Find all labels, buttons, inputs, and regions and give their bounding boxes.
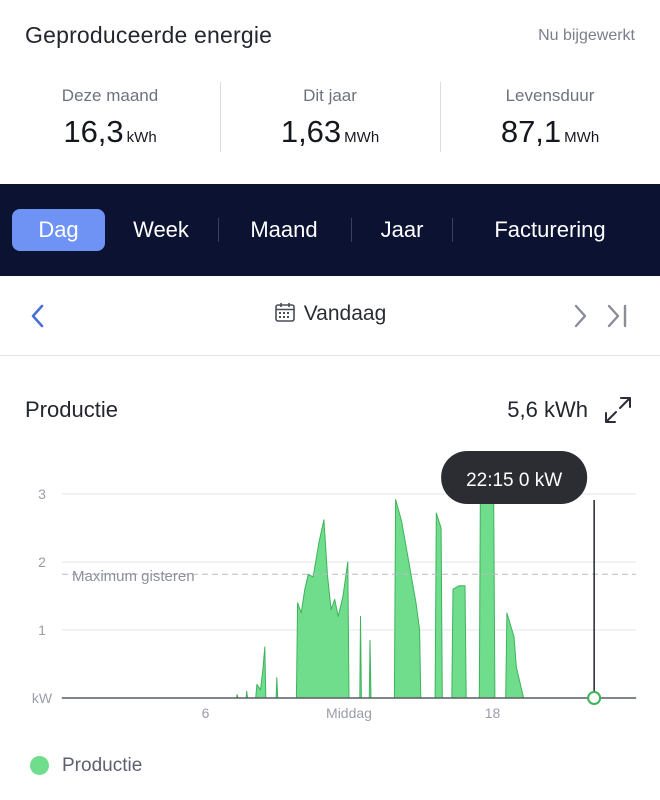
tab-dag[interactable]: Dag (12, 209, 105, 251)
period-tab-bar: Dag Week Maand Jaar Facturering (0, 184, 660, 276)
date-navigation: Vandaag (0, 277, 660, 356)
y-tick-label: 1 (38, 622, 46, 638)
tab-divider (452, 218, 453, 242)
stat-label: Levensduur (505, 86, 595, 105)
stat-year: Dit jaar 1,63 MWh (220, 80, 440, 156)
tooltip-text: 22:15 0 kW (466, 470, 562, 491)
legend-label: Productie (62, 755, 143, 776)
energy-summary-header: Geproduceerde energie Nu bijgewerkt Deze… (0, 0, 660, 184)
tab-divider (351, 218, 352, 242)
stat-value: 1,63 MWh (220, 114, 440, 150)
stat-unit: kWh (126, 129, 157, 146)
stat-number: 1,63 (280, 114, 342, 149)
reference-line-label: Maximum gisteren (72, 568, 195, 585)
x-tick-label: 6 (202, 705, 210, 721)
update-status: Nu bijgewerkt (538, 27, 635, 44)
expand-icon (605, 397, 631, 423)
chevron-right-icon (574, 304, 587, 328)
stats-row: Deze maand 16,3 kWh Dit jaar 1,63 MWh Leve… (0, 80, 660, 156)
stat-month: Deze maand 16,3 kWh (0, 80, 220, 156)
expand-chart-button[interactable] (602, 394, 634, 426)
stat-value: 87,1 MWh (440, 114, 660, 150)
stat-unit: MWh (564, 129, 600, 146)
page-title: Geproduceerde energie (25, 22, 273, 48)
stat-label: Deze maand (61, 86, 159, 105)
y-tick-label: 3 (38, 486, 46, 502)
stat-unit: MWh (344, 129, 380, 146)
skip-to-end-icon (607, 304, 627, 328)
next-day-button[interactable] (568, 302, 592, 330)
stat-value: 16,3 kWh (0, 114, 220, 150)
y-tick-label: kW (32, 690, 53, 706)
production-total: 5,6 kWh (507, 397, 588, 422)
production-chart[interactable]: kW 1 2 3 Maximum gisteren 6 Middag 18 22:15 0 kW (0, 440, 660, 730)
date-picker[interactable]: Vandaag (0, 301, 660, 326)
stat-number: 87,1 (500, 114, 562, 149)
tab-maand[interactable]: Maand (225, 209, 343, 251)
cursor-point (587, 691, 602, 705)
calendar-icon (274, 303, 295, 322)
date-label: Vandaag (303, 302, 387, 325)
tab-jaar[interactable]: Jaar (358, 209, 446, 251)
stat-number: 16,3 (63, 114, 124, 149)
x-tick-label: Middag (326, 705, 372, 721)
x-tick-label: 18 (485, 705, 501, 721)
chart-title: Productie (25, 397, 118, 422)
stat-lifetime: Levensduur 87,1 MWh (440, 80, 660, 156)
legend-swatch (30, 756, 49, 775)
stat-label: Dit jaar (303, 86, 357, 105)
tab-facturering[interactable]: Facturering (462, 209, 638, 251)
jump-to-today-button[interactable] (604, 302, 630, 330)
y-tick-label: 2 (38, 554, 46, 570)
tab-divider (218, 218, 219, 242)
tab-week[interactable]: Week (110, 209, 212, 251)
